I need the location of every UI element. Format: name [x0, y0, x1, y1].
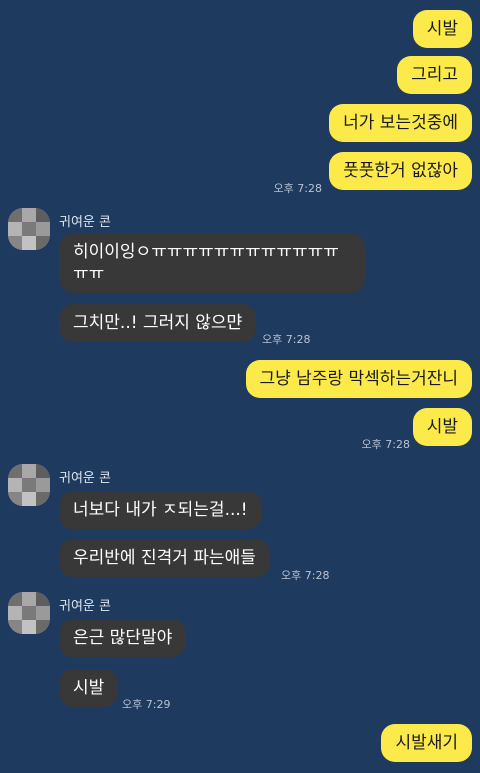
message-bubble[interactable]: 너가 보는것중에: [329, 104, 472, 142]
message-bubble[interactable]: 우리반에 진격거 파는애들: [59, 539, 270, 577]
avatar[interactable]: [8, 592, 50, 634]
message-bubble[interactable]: 너보다 내가 ㅈ되는걸...!: [59, 491, 262, 529]
message-bubble[interactable]: 그리고: [397, 56, 472, 94]
message-bubble[interactable]: 시발: [412, 10, 472, 48]
message-bubble[interactable]: 은근 많단말야: [59, 619, 187, 657]
sender-name: 귀여운 콘: [59, 471, 111, 486]
message-bubble[interactable]: 그치만..! 그러지 않으먄: [59, 304, 257, 342]
message-timestamp: 오후 7:28: [361, 438, 410, 451]
message-timestamp: 오후 7:28: [281, 569, 330, 582]
sender-name: 귀여운 콘: [59, 215, 111, 230]
message-bubble[interactable]: 시발: [59, 669, 119, 707]
avatar[interactable]: [8, 464, 50, 506]
message-bubble[interactable]: 시발: [412, 408, 472, 446]
message-bubble[interactable]: 시발새기: [381, 724, 472, 762]
message-timestamp: 오후 7:29: [122, 698, 171, 711]
message-timestamp: 오후 7:28: [262, 333, 311, 346]
sender-name: 귀여운 콘: [59, 599, 111, 614]
message-timestamp: 오후 7:28: [273, 182, 322, 195]
message-bubble[interactable]: 그냥 남주랑 막섹하는거잔니: [245, 360, 472, 398]
avatar[interactable]: [8, 208, 50, 250]
message-bubble[interactable]: 히이이잉ㅇㅠㅠㅠㅠㅠㅠㅠㅠㅠㅠㅠㅠㅠㅠ: [59, 233, 365, 293]
message-bubble[interactable]: 풋풋한거 없잖아: [329, 152, 472, 190]
